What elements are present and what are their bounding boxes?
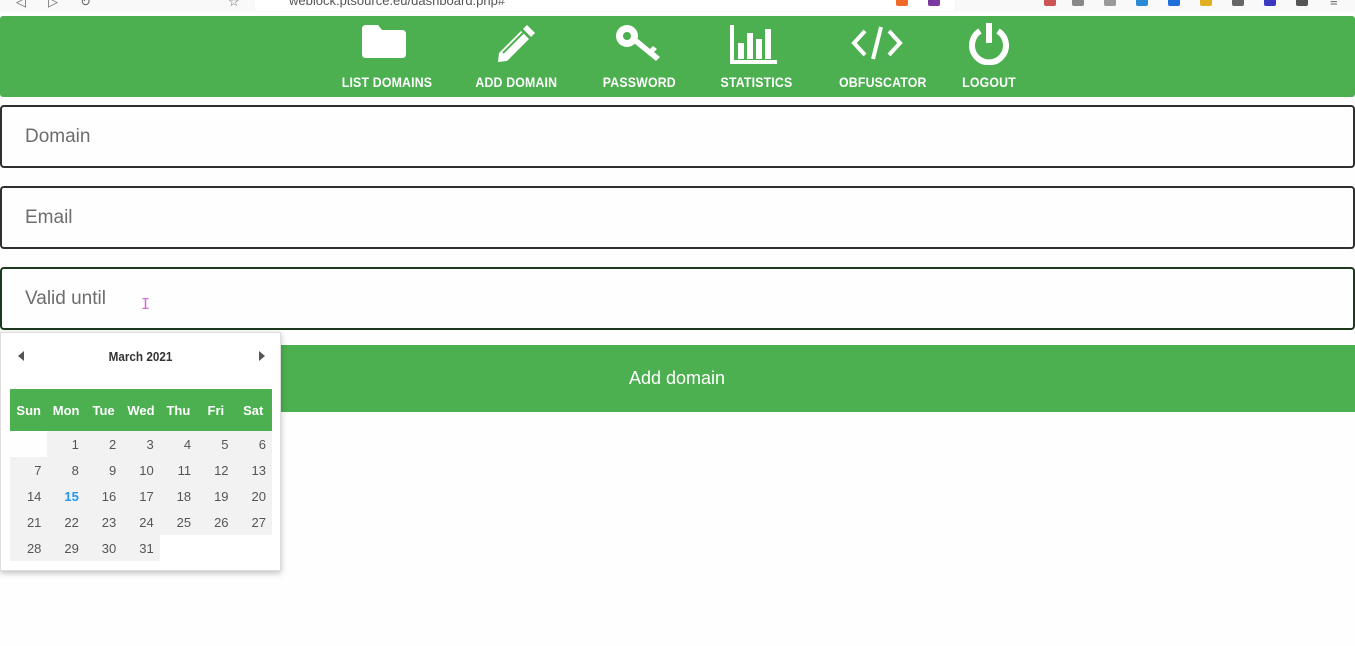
nav-label: OBFUSCATOR [839,74,927,90]
calendar-day[interactable]: 13 [234,457,272,483]
forward-icon[interactable]: ▷ [48,0,58,10]
calendar-day[interactable]: 20 [234,483,272,509]
calendar-day[interactable]: 21 [10,509,48,535]
extension-icon[interactable] [928,0,940,6]
calendar-day[interactable]: 4 [159,431,198,457]
calendar-day[interactable]: 18 [159,483,198,509]
calendar-empty-cell [10,431,48,457]
domain-input[interactable] [2,107,1353,166]
nav-label: PASSWORD [602,74,676,90]
calendar-day[interactable]: 16 [84,483,123,509]
email-field-wrapper [0,186,1355,249]
email-input[interactable] [2,188,1353,247]
calendar-day[interactable]: 11 [159,457,198,483]
nav-add-domain[interactable]: ADD DOMAIN [470,16,560,97]
extension-icon[interactable] [1200,0,1212,6]
nav-label: STATISTICS [720,74,793,90]
calendar-day[interactable]: 10 [122,457,160,483]
calendar-day[interactable]: 23 [84,509,123,535]
extension-icon[interactable] [1044,0,1056,6]
calendar-day[interactable]: 19 [197,483,235,509]
nav-list-domains[interactable]: LIST DOMAINS [336,16,432,97]
calendar-grid: Sun Mon Tue Wed Thu Fri Sat 1 2 3 4 5 6 7 8 9 10 11 12 13 1… [10,389,272,561]
extension-icon[interactable] [1104,0,1116,6]
calendar-day[interactable]: 2 [84,431,123,457]
calendar-day[interactable]: 14 [10,483,48,509]
address-bar[interactable]: weblock.ptsource.eu/dashboard.php# [255,0,955,11]
calendar-day[interactable]: 25 [159,509,198,535]
calendar-day[interactable]: 1 [47,431,85,457]
reload-icon[interactable]: ↻ [80,0,91,10]
brave-shield-icon[interactable] [896,0,908,6]
add-domain-button-label: Add domain [628,368,726,388]
key-icon [613,23,663,67]
add-domain-button[interactable]: Add domain [281,345,1355,412]
weekday-header: Thu [159,389,198,431]
domain-field-wrapper [0,105,1355,168]
nav-obfuscator[interactable]: OBFUSCATOR [834,16,927,97]
datepicker: March 2021 Sun Mon Tue Wed Thu Fri Sat 1234567… [0,332,281,571]
calendar-day[interactable]: 28 [10,535,48,561]
code-icon [851,23,903,67]
menu-icon[interactable]: ≡ [1330,0,1338,9]
valid-until-field-wrapper [0,267,1355,330]
calendar-week-row: 28 29 30 31 [10,535,272,561]
next-month-icon[interactable] [259,351,265,361]
globe-icon[interactable] [1232,0,1244,6]
text-cursor-icon: I [141,295,151,313]
extension-icon[interactable] [1264,0,1276,6]
calendar-empty-cell [197,535,235,561]
calendar-day[interactable]: 27 [234,509,272,535]
weekday-header: Wed [122,389,160,431]
calendar-day[interactable]: 12 [197,457,235,483]
nav-password[interactable]: PASSWORD [598,16,678,97]
weekday-header: Mon [47,389,85,431]
calendar-day[interactable]: 8 [47,457,85,483]
main-nav: LIST DOMAINS ADD DOMAIN PASSWORD STATIST… [0,16,1355,97]
weekday-header: Fri [197,389,235,431]
calendar-day[interactable]: 30 [84,535,123,561]
pencil-icon [490,23,540,67]
datepicker-title: March 2021 [108,349,173,364]
nav-label: LIST DOMAINS [341,74,433,90]
calendar-day[interactable]: 29 [47,535,85,561]
calendar-day[interactable]: 5 [197,431,235,457]
bar-chart-icon [729,23,779,67]
extension-icon[interactable] [1136,0,1148,6]
nav-label: ADD DOMAIN [475,74,558,90]
calendar-week-row: 21 22 23 24 25 26 27 [10,509,272,535]
extension-icon[interactable] [1072,0,1084,6]
calendar-week-row: 14 15 16 17 18 19 20 [10,483,272,509]
nav-label: LOGOUT [962,74,1016,90]
calendar-day[interactable]: 9 [84,457,123,483]
bookmark-icon[interactable]: ☆ [228,0,240,10]
calendar-day[interactable]: 22 [47,509,85,535]
back-icon[interactable]: ◁ [16,0,26,10]
calendar-day-today[interactable]: 15 [47,483,85,509]
extension-icon[interactable] [1168,0,1180,6]
weekday-header: Tue [84,389,123,431]
calendar-day[interactable]: 3 [122,431,160,457]
calendar-day[interactable]: 31 [122,535,160,561]
calendar-day[interactable]: 6 [234,431,272,457]
folder-icon [359,23,409,67]
browser-toolbar: ◁ ▷ ↻ ☆ weblock.ptsource.eu/dashboard.ph… [0,0,1355,12]
weekday-header: Sat [234,389,272,431]
calendar-day[interactable]: 24 [122,509,160,535]
nav-statistics[interactable]: STATISTICS [716,16,792,97]
weekday-header: Sun [10,389,48,431]
power-icon [964,23,1014,67]
calendar-empty-cell [159,535,198,561]
nav-logout[interactable]: LOGOUT [955,16,1023,97]
calendar-empty-cell [234,535,272,561]
calendar-week-row: 7 8 9 10 11 12 13 [10,457,272,483]
calendar-day[interactable]: 7 [10,457,48,483]
calendar-day[interactable]: 17 [122,483,160,509]
valid-until-input[interactable] [2,269,1353,328]
calendar-day[interactable]: 26 [197,509,235,535]
puzzle-icon[interactable] [1296,0,1308,6]
calendar-week-row: 123456 [10,431,272,457]
